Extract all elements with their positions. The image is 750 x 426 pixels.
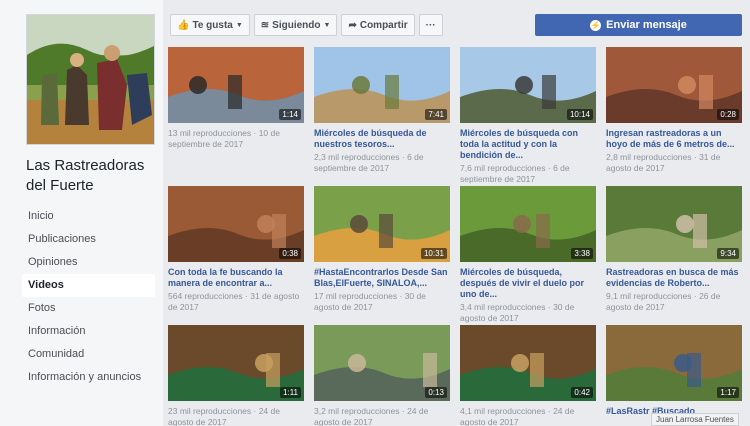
nav-item-opiniones[interactable]: Opiniones (22, 251, 155, 274)
video-thumbnail[interactable]: 10:31 (314, 186, 450, 262)
video-meta: 2,3 mil reproducciones · 6 de septiembre… (314, 152, 424, 173)
share-arrow-icon: ➦ (348, 19, 357, 31)
video-card[interactable]: 0:28 Ingresan rastreadoras a un hoyo de m… (606, 47, 742, 174)
nav-item-informacion[interactable]: Información (22, 320, 155, 343)
video-card[interactable]: 3:38 Miércoles de búsqueda, después de vi… (460, 186, 596, 324)
video-card[interactable]: 7:41 Miércoles de búsqueda de nuestros te… (314, 47, 450, 174)
nav-item-inicio[interactable]: Inicio (22, 205, 155, 228)
video-thumbnail[interactable]: 0:13 (314, 325, 450, 401)
video-duration: 10:31 (420, 248, 447, 259)
nav-item-publicaciones[interactable]: Publicaciones (22, 228, 155, 251)
video-thumbnail[interactable]: 3:38 (460, 186, 596, 262)
video-thumbnail[interactable]: 1:17 (606, 325, 742, 401)
video-title[interactable]: Miércoles de búsqueda con toda la actitu… (460, 128, 596, 161)
video-duration: 9:34 (717, 248, 739, 259)
send-message-button[interactable]: ⚡ Enviar mensaje (535, 14, 742, 36)
page-nav: Inicio Publicaciones Opiniones Videos Fo… (22, 205, 155, 389)
hover-tooltip: Juan Larrosa Fuentes (651, 413, 739, 426)
video-meta: 3,2 mil reproducciones · 24 de agosto de… (314, 406, 429, 426)
video-title[interactable]: Miércoles de búsqueda de nuestros tesoro… (314, 128, 450, 150)
video-card[interactable]: 9:34 Rastreadoras en busca de más evidenc… (606, 186, 742, 313)
video-title[interactable]: Miércoles de búsqueda, después de vivir … (460, 267, 596, 300)
video-meta: 7,6 mil reproducciones · 6 de septiembre… (460, 163, 570, 184)
video-thumbnail[interactable]: 7:41 (314, 47, 450, 123)
video-duration: 1:11 (280, 387, 301, 398)
video-card[interactable]: 0:42 4,1 mil reproducciones · 24 de agost… (460, 325, 596, 426)
chevron-down-icon: ▼ (235, 21, 243, 29)
chevron-down-icon: ▼ (323, 21, 331, 29)
video-card[interactable]: 10:31 #HastaEncontrarlos Desde San Blas,E… (314, 186, 450, 313)
video-duration: 0:38 (279, 248, 301, 259)
video-thumbnail[interactable]: 0:38 (168, 186, 304, 262)
video-title[interactable]: #HastaEncontrarlos Desde San Blas,ElFuer… (314, 267, 450, 289)
video-meta: 13 mil reproducciones · 10 de septiembre… (168, 128, 280, 149)
like-button[interactable]: 👍 Te gusta ▼ (170, 14, 250, 36)
video-meta: 3,4 mil reproducciones · 30 de agosto de… (460, 302, 575, 323)
thumbs-up-icon: 👍 (177, 19, 190, 31)
video-duration: 0:28 (717, 109, 739, 120)
video-thumbnail[interactable]: 10:14 (460, 47, 596, 123)
follow-button[interactable]: ≊ Siguiendo ▼ (253, 14, 338, 36)
more-options-button[interactable]: ··· (418, 14, 443, 36)
video-thumbnail[interactable]: 0:28 (606, 47, 742, 123)
nav-item-videos[interactable]: Videos (22, 274, 155, 297)
video-meta: 9,1 mil reproducciones · 26 de agosto de… (606, 291, 721, 312)
video-title[interactable]: Ingresan rastreadoras a un hoyo de más d… (606, 128, 742, 150)
video-duration: 1:14 (279, 109, 301, 120)
nav-item-comunidad[interactable]: Comunidad (22, 343, 155, 366)
video-card[interactable]: 1:11 23 mil reproducciones · 24 de agosto… (168, 325, 304, 426)
video-duration: 1:17 (717, 387, 739, 398)
video-title[interactable]: Rastreadoras en busca de más evidencias … (606, 267, 742, 289)
page-cover-photo[interactable] (26, 14, 155, 145)
messenger-icon: ⚡ (590, 19, 602, 31)
video-thumbnail[interactable]: 9:34 (606, 186, 742, 262)
video-card[interactable]: 1:17 #LasRastr #Buscado (606, 325, 742, 419)
video-duration: 10:14 (566, 109, 593, 120)
video-card[interactable]: 10:14 Miércoles de búsqueda con toda la a… (460, 47, 596, 185)
video-duration: 0:13 (425, 387, 447, 398)
video-card[interactable]: 0:13 3,2 mil reproducciones · 24 de agost… (314, 325, 450, 426)
video-card[interactable]: 0:38 Con toda la fe buscando la manera de… (168, 186, 304, 313)
video-meta: 17 mil reproducciones · 30 de agosto de … (314, 291, 426, 312)
video-meta: 564 reproducciones · 31 de agosto de 201… (168, 291, 300, 312)
video-duration: 3:38 (571, 248, 593, 259)
video-duration: 7:41 (425, 109, 447, 120)
video-title[interactable]: Con toda la fe buscando la manera de enc… (168, 267, 304, 289)
page-title: Las Rastreadoras del Fuerte (26, 157, 145, 194)
video-meta: 2,8 mil reproducciones · 31 de agosto de… (606, 152, 721, 173)
page-sidebar: Las Rastreadoras del Fuerte Inicio Publi… (0, 0, 163, 426)
like-label: Te gusta (192, 19, 233, 31)
follow-label: Siguiendo (272, 19, 321, 31)
video-duration: 0:42 (571, 387, 593, 398)
share-button[interactable]: ➦ Compartir (341, 14, 415, 36)
video-card[interactable]: 1:14 13 mil reproducciones · 10 de septie… (168, 47, 304, 150)
video-thumbnail[interactable]: 1:11 (168, 325, 304, 401)
page-action-bar: 👍 Te gusta ▼ ≊ Siguiendo ▼ ➦ Compartir ·… (170, 14, 443, 36)
send-message-label: Enviar mensaje (606, 19, 687, 31)
nav-item-fotos[interactable]: Fotos (22, 297, 155, 320)
video-thumbnail[interactable]: 1:14 (168, 47, 304, 123)
video-meta: 4,1 mil reproducciones · 24 de agosto de… (460, 406, 575, 426)
video-meta: 23 mil reproducciones · 24 de agosto de … (168, 406, 280, 426)
share-label: Compartir (359, 19, 408, 31)
rss-icon: ≊ (260, 19, 270, 31)
video-thumbnail[interactable]: 0:42 (460, 325, 596, 401)
nav-item-informacion-anuncios[interactable]: Información y anuncios (22, 366, 155, 389)
